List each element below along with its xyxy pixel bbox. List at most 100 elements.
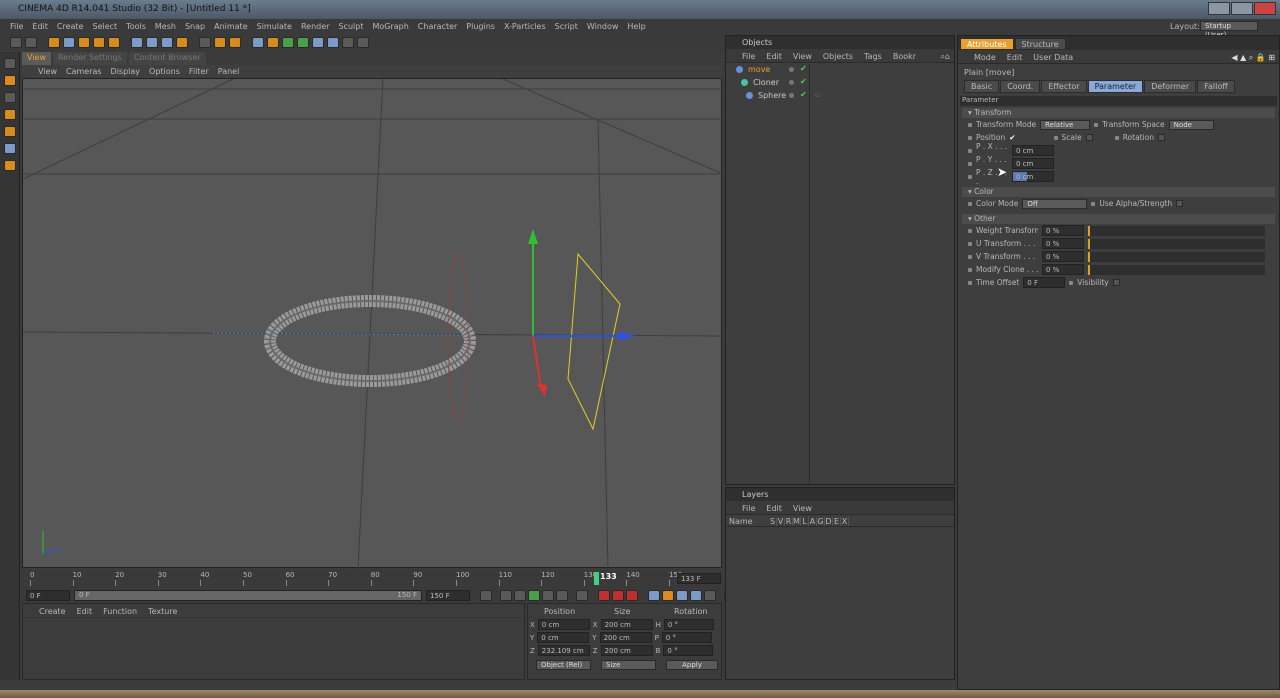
scale-checkbox[interactable] [1085,134,1093,141]
anim-dot[interactable] [968,254,972,259]
render-picture-icon[interactable] [214,37,226,48]
viewport-menu-panel[interactable]: Panel [218,67,240,78]
menu-file[interactable]: File [10,22,23,34]
menu-edit[interactable]: Edit [32,22,48,34]
menu-tools[interactable]: Tools [126,22,146,34]
param-field[interactable]: 0 % [1042,264,1084,275]
points-mode-icon[interactable] [4,92,16,103]
tag-icon[interactable]: ⁘ [814,91,821,100]
menu-animate[interactable]: Animate [214,22,248,34]
visibility-dot[interactable] [789,67,794,72]
visibility-dot[interactable] [789,80,794,85]
tab-structure[interactable]: Structure [1014,38,1066,50]
object-item-cloner[interactable]: Cloner ✔ [726,76,954,89]
timeline-ruler[interactable]: 0 10 20 30 40 50 60 70 80 90 100 110 120 130 140 150 13… [22,570,722,588]
object-name[interactable]: move [748,65,770,74]
coord-field[interactable]: 0 ° [661,632,712,643]
anim-dot[interactable] [1091,201,1096,206]
maximize-button[interactable] [1231,2,1253,15]
scale-tool-icon[interactable] [78,37,90,48]
key-position-icon[interactable] [648,590,660,601]
z-arrow-icon[interactable] [619,331,635,341]
keyframe-selection-icon[interactable] [626,590,638,601]
time-offset-field[interactable]: 0 F [1023,277,1066,288]
playhead[interactable] [594,572,599,585]
coord-field[interactable]: 0 ° [663,619,714,630]
enabled-check-icon[interactable]: ✔ [800,77,807,86]
undo-icon[interactable] [10,37,22,48]
redo-icon[interactable] [25,37,37,48]
x-axis-icon[interactable] [131,37,143,48]
z-axis-icon[interactable] [161,37,173,48]
coord-field[interactable]: 200 cm [600,619,653,630]
py-field[interactable]: 0 cm [1012,158,1054,169]
menu-character[interactable]: Character [418,22,458,34]
scene-icon[interactable] [327,37,339,48]
menu-simulate[interactable]: Simulate [257,22,292,34]
key-pla-icon[interactable] [704,590,716,601]
render-settings-icon[interactable] [229,37,241,48]
deformer-icon[interactable] [312,37,324,48]
next-frame-icon[interactable] [542,590,554,601]
object-name[interactable]: Sphere [758,91,786,100]
viewport-menu-cameras[interactable]: Cameras [66,67,102,78]
menu-x-particles[interactable]: X-Particles [504,22,546,34]
3d-viewport[interactable] [22,78,724,570]
anim-dot[interactable] [968,280,972,285]
param-field[interactable]: 0 % [1042,251,1084,262]
viewport-menu-display[interactable]: Display [111,67,141,78]
menu-sculpt[interactable]: Sculpt [338,22,363,34]
menu-select[interactable]: Select [92,22,117,34]
search-icon[interactable]: ⌕⌂ [940,52,950,62]
other-section[interactable]: ▾ Other [962,214,1275,224]
layer-column-s[interactable]: S [769,517,777,526]
param-slider[interactable] [1088,251,1265,262]
key-rotation-icon[interactable] [676,590,688,601]
coord-field[interactable]: 232.109 cm [537,645,590,656]
anim-dot[interactable] [1069,280,1074,285]
light-icon[interactable] [357,37,369,48]
objects-menu-view[interactable]: View [793,52,812,62]
layer-column-d[interactable]: D [825,517,833,526]
menu-snap[interactable]: Snap [185,22,205,34]
anim-dot[interactable] [968,148,972,153]
menu-create[interactable]: Create [57,22,84,34]
viewport-menu-filter[interactable]: Filter [189,67,209,78]
go-to-end-icon[interactable] [576,590,588,601]
anim-dot[interactable] [1114,135,1119,140]
menu-render[interactable]: Render [301,22,329,34]
coord-field[interactable]: 200 cm [599,632,652,643]
subtab-falloff[interactable]: Falloff [1197,80,1235,93]
object-item-sphere[interactable]: Sphere ✔ ⁘ [726,89,954,102]
go-to-start-icon[interactable] [480,590,492,601]
menu-plugins[interactable]: Plugins [466,22,495,34]
layer-column-x[interactable]: X [841,517,849,526]
layer-column-v[interactable]: V [777,517,785,526]
coord-field[interactable]: 0 cm [537,632,590,643]
live-select-icon[interactable] [48,37,60,48]
rotation-checkbox[interactable] [1158,134,1166,141]
polygons-mode-icon[interactable] [4,126,16,137]
coord-field[interactable]: 0 ° [663,645,714,656]
end-frame-field[interactable]: 150 F [426,590,470,601]
param-field[interactable]: 0 % [1042,225,1084,236]
edges-mode-icon[interactable] [4,109,16,120]
apply-button[interactable]: Apply [666,660,718,670]
anim-dot[interactable] [968,267,972,272]
nav-icons[interactable]: ◀ ▲ ⌕ 🔒 ⊞ [1231,53,1275,63]
layers-menu-file[interactable]: File [742,504,755,514]
color-mode-dropdown[interactable]: Off [1022,198,1088,209]
prev-key-icon[interactable] [500,590,512,601]
coord-field[interactable]: 200 cm [600,645,653,656]
anim-dot[interactable] [968,174,972,179]
layers-menu-edit[interactable]: Edit [766,504,782,514]
anim-dot[interactable] [968,161,972,166]
subtab-deformer[interactable]: Deformer [1144,80,1197,93]
px-field[interactable]: 0 cm [1012,145,1054,156]
rotate-tool-icon[interactable] [93,37,105,48]
transform-section[interactable]: ▾ Transform [962,108,1275,118]
anim-dot[interactable] [968,228,972,233]
menu-script[interactable]: Script [555,22,578,34]
layer-column-r[interactable]: R [785,517,793,526]
layer-column-m[interactable]: M [793,517,801,526]
